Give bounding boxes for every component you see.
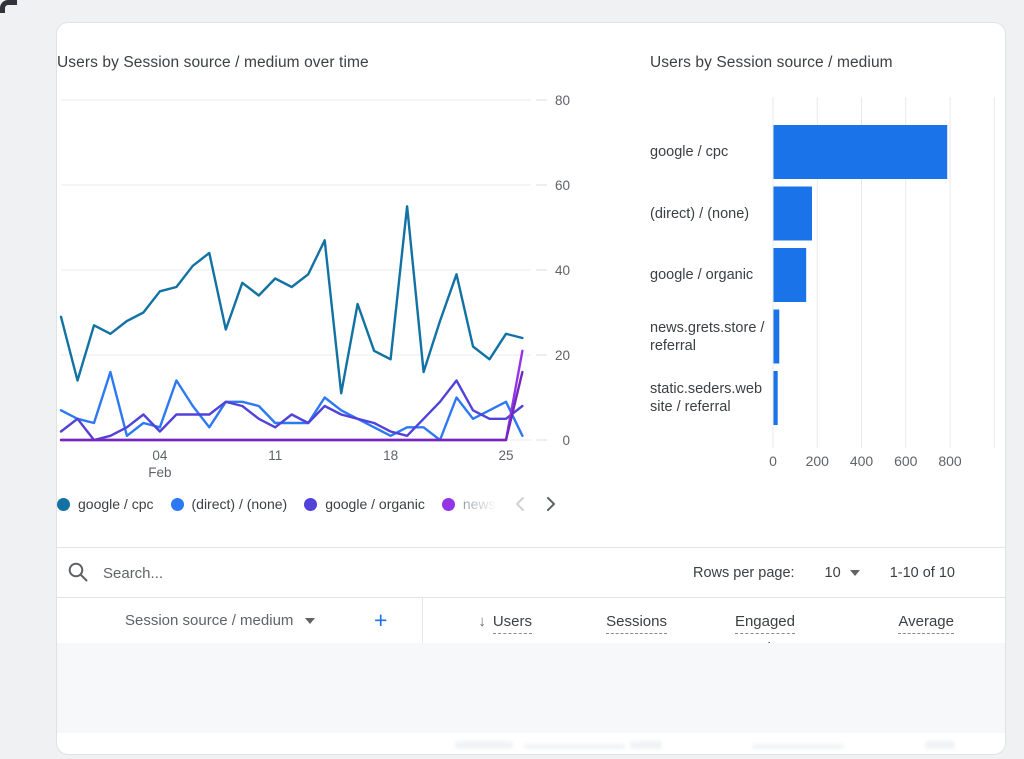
- metric-header-line: Sessions: [606, 612, 667, 634]
- svg-text:20: 20: [555, 348, 570, 363]
- rows-per-page-select[interactable]: 10: [825, 565, 860, 581]
- legend-dot-icon: [57, 498, 70, 511]
- legend-dot-icon: [304, 498, 317, 511]
- faded-row-fragment: [524, 744, 626, 749]
- legend-label: google / organic: [325, 496, 425, 512]
- svg-text:04: 04: [152, 448, 168, 463]
- legend-item: google / organic: [304, 496, 425, 512]
- rows-per-page-label: Rows per page:: [693, 565, 795, 581]
- svg-text:0: 0: [769, 453, 777, 469]
- bar-chart-title: Users by Session source / medium: [650, 54, 893, 72]
- faded-row-fragment: [630, 741, 662, 749]
- metric-header-line: Average: [871, 612, 954, 634]
- dimension-column-header[interactable]: Session source / medium: [125, 612, 315, 629]
- faded-row-fragment: [925, 741, 955, 749]
- legend-label: google / cpc: [78, 496, 154, 512]
- legend-label: news: [463, 496, 496, 512]
- legend-item: google / cpc: [57, 496, 154, 512]
- search-icon: [67, 561, 90, 584]
- table-toolbar: Rows per page: 10 1-10 of 10: [57, 548, 1005, 597]
- faded-row-fragment: [455, 741, 513, 749]
- svg-text:400: 400: [850, 453, 874, 469]
- svg-text:600: 600: [894, 453, 918, 469]
- metric-column-header[interactable]: Sessions: [606, 612, 667, 639]
- svg-text:800: 800: [938, 453, 962, 469]
- line-chart: 0 20 40 60 80 04 Feb 11 18 25: [52, 88, 576, 488]
- bar-category-label: (direct) / (none): [650, 205, 766, 223]
- metric-header-line: ↓Users: [478, 612, 532, 634]
- svg-text:11: 11: [268, 448, 282, 463]
- bar-category-label: static.seders.website / referral: [650, 380, 766, 416]
- chevron-down-icon: [305, 618, 315, 624]
- svg-text:0: 0: [562, 433, 570, 448]
- divider: [57, 597, 1005, 598]
- svg-text:200: 200: [806, 453, 830, 469]
- analytics-dashboard: { "chart_data": [ { "type": "line", "tit…: [0, 0, 1024, 759]
- svg-text:18: 18: [383, 448, 398, 463]
- pagination-range: 1-10 of 10: [890, 565, 955, 581]
- svg-text:60: 60: [555, 178, 570, 193]
- legend-item: news: [442, 496, 496, 512]
- metric-column-header[interactable]: ↓Users: [478, 612, 532, 639]
- search-input[interactable]: [101, 556, 405, 590]
- legend-next-icon[interactable]: [544, 495, 558, 513]
- legend-item: (direct) / (none): [171, 496, 288, 512]
- dimension-header-label: Session source / medium: [125, 612, 293, 629]
- line-chart-title: Users by Session source / medium over ti…: [57, 54, 369, 72]
- legend-dot-icon: [442, 498, 455, 511]
- rows-per-page-value: 10: [825, 565, 841, 581]
- svg-text:Feb: Feb: [148, 465, 171, 480]
- svg-text:80: 80: [555, 93, 570, 108]
- bar-category-label: news.grets.store / referral: [650, 319, 766, 355]
- chevron-down-icon: [850, 570, 860, 576]
- bar-category-label: google / cpc: [650, 143, 766, 161]
- bar-chart-category-labels: google / cpc (direct) / (none) google / or…: [650, 88, 766, 478]
- legend-prev-icon: [513, 495, 527, 513]
- sort-descending-icon: ↓: [478, 613, 486, 630]
- faded-row-fragment: [752, 744, 844, 749]
- legend-label: (direct) / (none): [192, 496, 288, 512]
- table-body-area: [57, 643, 1005, 733]
- add-dimension-button[interactable]: +: [374, 606, 387, 634]
- legend-dot-icon: [171, 498, 184, 511]
- screen-corner-decoration: [0, 0, 17, 13]
- svg-text:40: 40: [555, 263, 570, 278]
- line-chart-legend: google / cpc (direct) / (none) google / or…: [57, 492, 579, 516]
- svg-text:25: 25: [498, 448, 513, 463]
- metric-header-line: Engaged: [735, 612, 795, 634]
- bar-category-label: google / organic: [650, 266, 766, 284]
